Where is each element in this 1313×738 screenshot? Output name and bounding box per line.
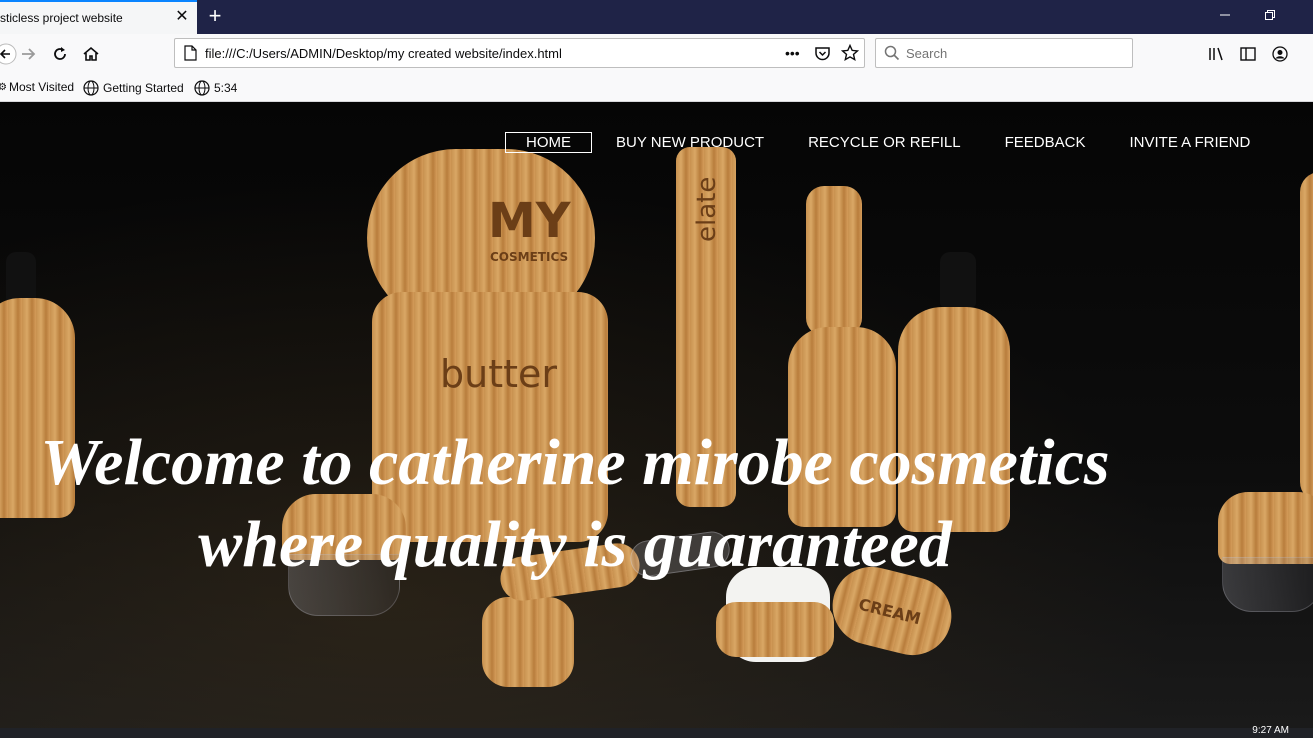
bookmark-time[interactable]: 5:34 [194, 80, 237, 96]
jar-lid [1218, 492, 1313, 564]
tube-label: elate [692, 176, 722, 242]
nav-feedback-link[interactable]: FEEDBACK [985, 133, 1106, 152]
restore-icon[interactable] [1259, 6, 1281, 26]
tab-title: sticless project website [0, 11, 123, 25]
hero-section: MY COSMETICS butter elate CREAM HOME BUY… [0, 102, 1313, 728]
bookmark-most-visited[interactable]: ⚙ Most Visited [0, 80, 74, 94]
headline-line-1: Welcome to catherine mirobe cosmetics [40, 426, 1110, 499]
reload-icon[interactable] [48, 42, 72, 66]
headline-line-2: where quality is guaranteed [198, 508, 952, 581]
close-tab-icon[interactable]: ✕ [173, 8, 191, 26]
nav-recycle-or-refill-link[interactable]: RECYCLE OR REFILL [788, 133, 981, 152]
search-icon [884, 45, 900, 66]
nav-buy-new-product-link[interactable]: BUY NEW PRODUCT [596, 133, 784, 152]
dropper-cap [940, 252, 976, 307]
dropper-cap [6, 252, 36, 302]
taskbar: 9:27 AM [0, 725, 1313, 738]
glass-jar [1222, 557, 1313, 612]
search-bar[interactable]: Search [875, 38, 1133, 68]
bookmark-label: Getting Started [103, 81, 184, 95]
navigation-toolbar: file:///C:/Users/ADMIN/Desktop/my create… [0, 34, 1313, 74]
new-tab-button[interactable]: + [204, 4, 226, 28]
bookmark-label: 5:34 [214, 81, 238, 95]
gear-icon: ⚙ [0, 81, 7, 93]
library-icon[interactable] [1205, 42, 1229, 66]
browser-tab[interactable]: sticless project website ✕ [0, 0, 197, 34]
butter-jar-label: butter [440, 352, 558, 396]
small-jar [482, 597, 574, 687]
bookmark-star-icon[interactable] [840, 43, 860, 67]
nav-invite-a-friend-link[interactable]: INVITE A FRIEND [1109, 133, 1270, 152]
bookmark-label: Most Visited [8, 80, 75, 94]
account-icon[interactable] [1268, 42, 1292, 66]
page-actions-icon[interactable]: ••• [785, 45, 800, 61]
bottle [1300, 172, 1313, 502]
forward-icon[interactable] [16, 42, 40, 66]
home-icon[interactable] [79, 42, 103, 66]
globe-icon [83, 80, 99, 96]
sidebar-icon[interactable] [1236, 42, 1260, 66]
taskbar-clock: 9:27 AM [1252, 725, 1289, 736]
nav-home-link[interactable]: HOME [505, 131, 592, 153]
minimize-icon[interactable] [1214, 6, 1236, 26]
cream-jar-base [716, 602, 834, 657]
hero-headline: Welcome to catherine mirobe cosmetics wh… [0, 422, 1150, 586]
url-bar[interactable]: file:///C:/Users/ADMIN/Desktop/my create… [174, 38, 865, 68]
pocket-icon[interactable] [814, 45, 831, 67]
page-icon [183, 45, 197, 66]
search-input[interactable]: Search [906, 46, 947, 61]
site-nav: HOME BUY NEW PRODUCT RECYCLE OR REFILL F… [505, 131, 1274, 153]
globe-icon [194, 80, 210, 96]
tab-strip: sticless project website ✕ + [0, 0, 1313, 34]
jar-lid-label: MY [488, 193, 571, 249]
jar-lid-sublabel: COSMETICS [490, 250, 569, 264]
url-text[interactable]: file:///C:/Users/ADMIN/Desktop/my create… [205, 46, 562, 61]
bookmark-getting-started[interactable]: Getting Started [83, 80, 184, 96]
close-window-icon[interactable] [1301, 6, 1313, 26]
spray-cap [806, 186, 862, 336]
bookmarks-toolbar: ⚙ Most Visited Getting Started 5:34 [0, 74, 1313, 102]
